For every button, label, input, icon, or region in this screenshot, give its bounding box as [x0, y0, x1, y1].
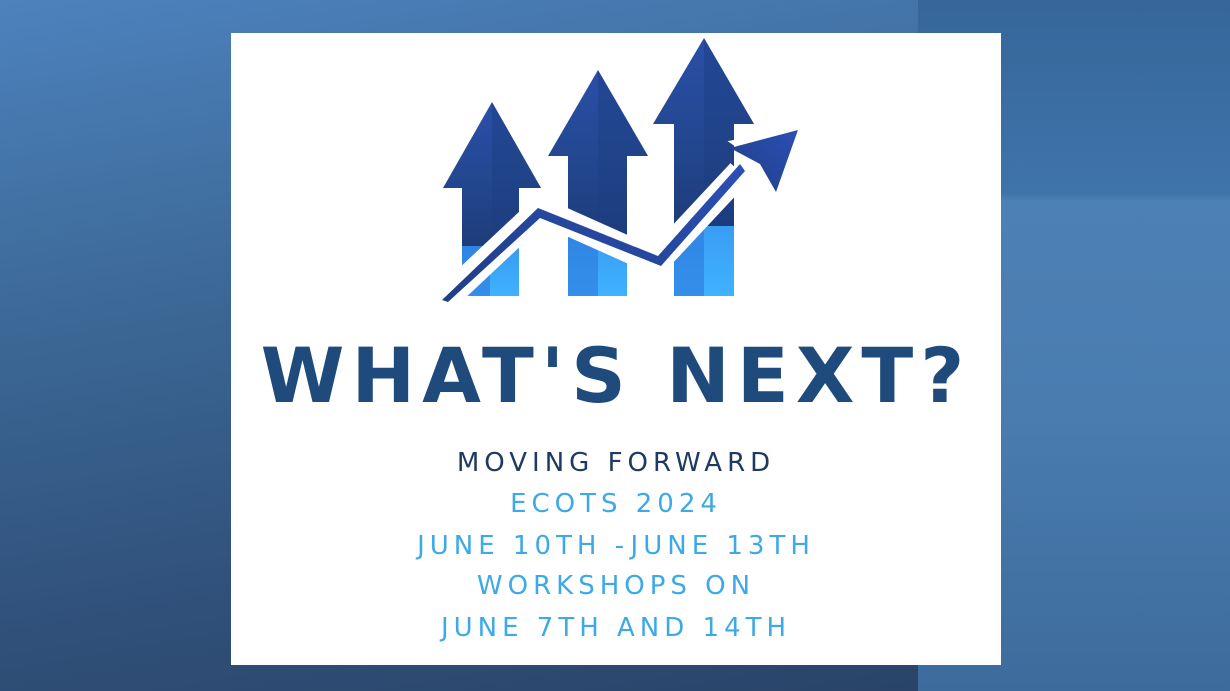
- event-dates: JUNE 10TH -JUNE 13TH: [417, 531, 815, 561]
- workshops-line-1: WORKSHOPS ON: [476, 571, 756, 601]
- headline: WHAT'S NEXT?: [260, 331, 972, 420]
- workshops-line-2: JUNE 7TH AND 14TH: [440, 613, 792, 643]
- event-name: ECOTS 2024: [510, 489, 722, 519]
- growth-arrows-icon: [440, 38, 805, 306]
- subtitle: MOVING FORWARD: [456, 448, 776, 478]
